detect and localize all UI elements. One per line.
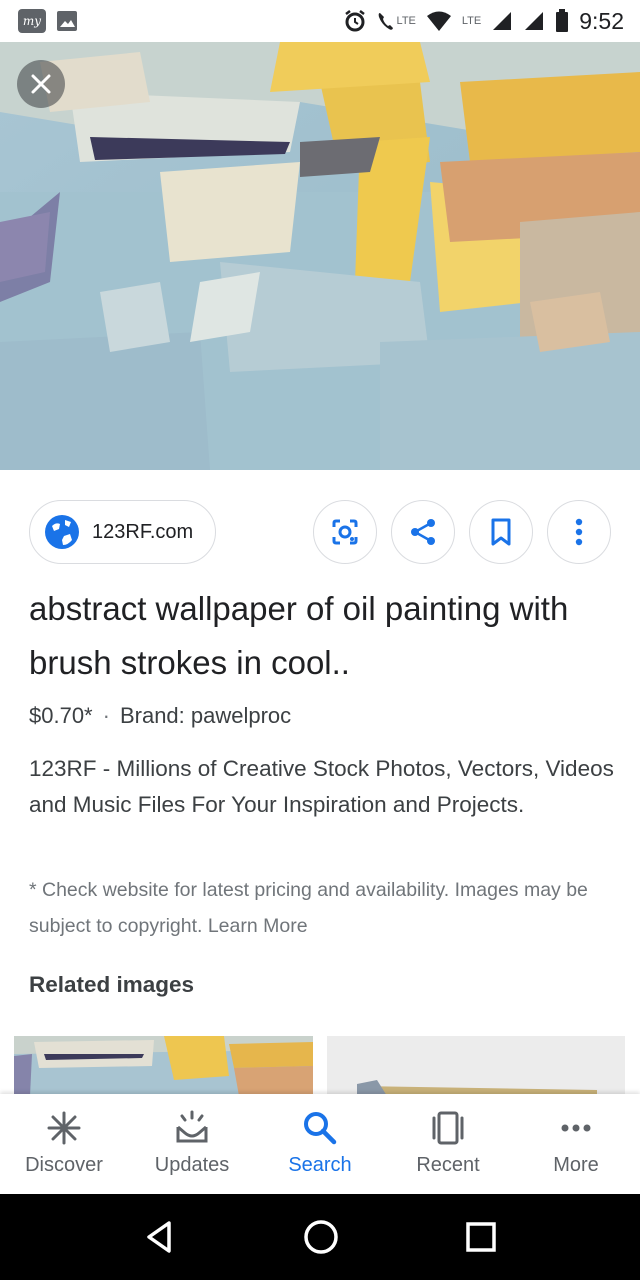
result-description: 123RF - Millions of Creative Stock Photo… <box>29 756 614 817</box>
close-button[interactable] <box>17 60 65 108</box>
nav-discover-label: Discover <box>25 1154 103 1176</box>
signal-icon <box>493 12 512 30</box>
result-meta: $0.70* · Brand: pawelproc <box>29 703 291 729</box>
price-label: $0.70* <box>29 703 93 728</box>
lte-label: LTE <box>396 15 416 27</box>
bookmark-icon <box>491 518 511 546</box>
more-dots-icon <box>561 1124 591 1132</box>
phone-icon <box>378 13 393 30</box>
overview-icon[interactable] <box>465 1221 497 1253</box>
meta-separator: · <box>102 703 110 728</box>
home-icon[interactable] <box>303 1219 339 1255</box>
nav-updates-label: Updates <box>154 1154 230 1176</box>
related-image-thumbnail[interactable] <box>14 1036 313 1096</box>
more-options-button[interactable] <box>547 500 611 564</box>
asterisk-icon <box>47 1111 81 1145</box>
signal-icon-2 <box>525 12 544 30</box>
nav-more-label: More <box>553 1154 599 1176</box>
related-canvas-image <box>327 1036 625 1096</box>
globe-icon <box>45 515 79 549</box>
nav-updates[interactable]: Updates <box>128 1094 256 1194</box>
inbox-updates-icon <box>176 1110 208 1143</box>
related-image-thumbnail-2[interactable] <box>327 1036 625 1096</box>
source-label: 123RF.com <box>92 520 194 543</box>
bookmark-button[interactable] <box>469 500 533 564</box>
related-painting-image <box>14 1036 313 1096</box>
share-icon <box>411 519 435 545</box>
clock: 9:52 <box>579 7 624 34</box>
related-images-heading: Related images <box>29 972 195 997</box>
recent-cards-icon <box>432 1111 464 1145</box>
wifi-icon <box>426 11 451 31</box>
battery-icon <box>556 9 569 32</box>
nav-recent-label: Recent <box>416 1154 480 1176</box>
lens-icon <box>332 519 358 545</box>
hero-image[interactable] <box>0 42 640 470</box>
status-bar: my LTE LTE 9:52 <box>0 0 640 42</box>
system-nav-bar <box>0 1194 640 1280</box>
result-title[interactable]: abstract wallpaper of oil painting with … <box>29 582 619 690</box>
lens-button[interactable] <box>313 500 377 564</box>
more-vert-icon <box>575 518 583 546</box>
nav-more[interactable]: More <box>512 1094 640 1194</box>
back-icon[interactable] <box>143 1220 177 1254</box>
volte-call-indicator: LTE <box>377 10 416 32</box>
app-badge-icon: my <box>18 9 46 33</box>
nav-search-label: Search <box>288 1154 352 1176</box>
nav-recent[interactable]: Recent <box>384 1094 512 1194</box>
nav-discover[interactable]: Discover <box>0 1094 128 1194</box>
lte-label-2: LTE <box>461 15 482 27</box>
action-row: 123RF.com <box>0 500 640 564</box>
alarm-icon <box>344 10 365 32</box>
brand-label: Brand: pawelproc <box>119 703 292 728</box>
image-icon <box>57 11 77 31</box>
copyright-disclaimer[interactable]: * Check website for latest pricing and a… <box>29 872 609 944</box>
search-icon <box>304 1112 337 1145</box>
close-icon <box>31 74 51 94</box>
share-button[interactable] <box>391 500 455 564</box>
painting-image <box>0 42 640 470</box>
bottom-nav: Discover Updates Search Recent More <box>0 1094 640 1194</box>
nav-search[interactable]: Search <box>256 1094 384 1194</box>
app-badge-label: my <box>22 14 42 28</box>
source-link-chip[interactable]: 123RF.com <box>29 500 216 564</box>
